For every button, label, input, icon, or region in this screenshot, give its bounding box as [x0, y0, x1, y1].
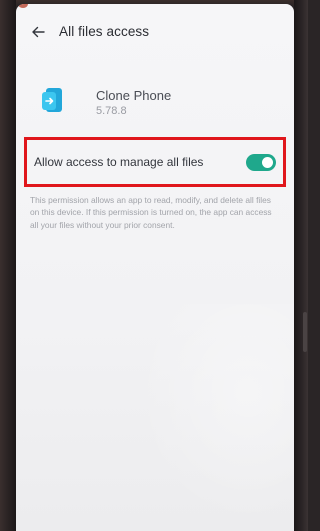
allow-manage-all-files-row[interactable]: Allow access to manage all files: [24, 137, 286, 187]
app-info: Clone Phone 5.78.8: [16, 72, 294, 128]
device-left-bezel: [0, 0, 16, 531]
app-name: Clone Phone: [96, 88, 172, 103]
clone-phone-app-icon: [40, 86, 66, 114]
device-side-button: [303, 312, 307, 352]
app-version: 5.78.8: [96, 105, 127, 117]
allow-manage-all-files-switch[interactable]: [246, 154, 276, 171]
switch-knob: [262, 157, 273, 168]
back-arrow-icon[interactable]: [30, 24, 46, 40]
top-app-bar: All files access: [16, 4, 294, 60]
device-right-bezel: [294, 0, 308, 531]
page-title: All files access: [59, 24, 150, 39]
phone-screen: All files access Clone Phone 5.78.8 Allo…: [16, 4, 294, 531]
allow-manage-all-files-label: Allow access to manage all files: [34, 155, 204, 169]
permission-description: This permission allows an app to read, m…: [30, 195, 272, 230]
screen-glare: [136, 304, 294, 524]
